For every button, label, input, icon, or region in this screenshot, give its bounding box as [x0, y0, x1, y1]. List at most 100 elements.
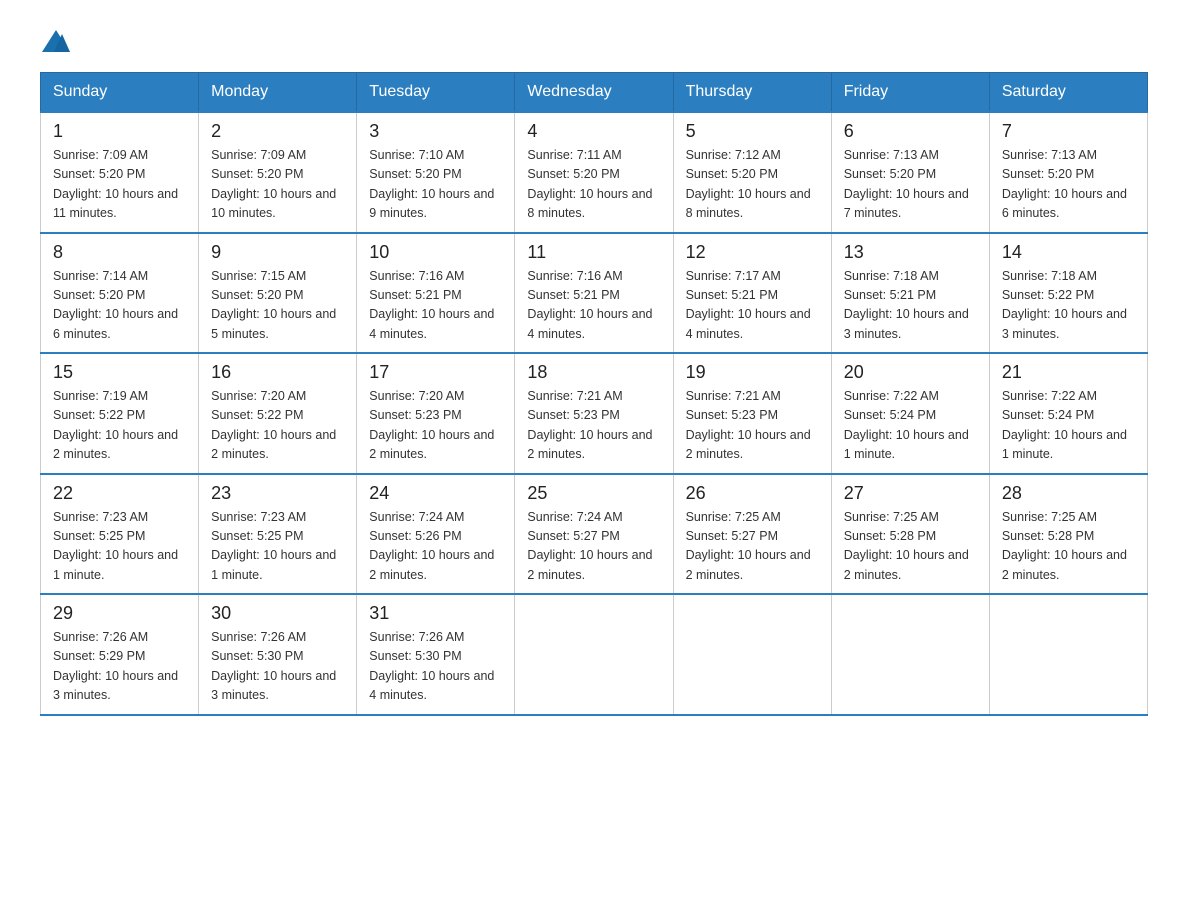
- weekday-header-thursday: Thursday: [673, 73, 831, 113]
- day-number: 6: [844, 121, 977, 142]
- weekday-header-wednesday: Wednesday: [515, 73, 673, 113]
- day-info: Sunrise: 7:26 AMSunset: 5:30 PMDaylight:…: [369, 628, 502, 706]
- day-info: Sunrise: 7:20 AMSunset: 5:22 PMDaylight:…: [211, 387, 344, 465]
- calendar-cell: 5 Sunrise: 7:12 AMSunset: 5:20 PMDaylight…: [673, 112, 831, 233]
- day-info: Sunrise: 7:23 AMSunset: 5:25 PMDaylight:…: [53, 508, 186, 586]
- calendar-cell: 9 Sunrise: 7:15 AMSunset: 5:20 PMDaylight…: [199, 233, 357, 354]
- calendar-cell: 22 Sunrise: 7:23 AMSunset: 5:25 PMDayligh…: [41, 474, 199, 595]
- calendar-cell: 25 Sunrise: 7:24 AMSunset: 5:27 PMDayligh…: [515, 474, 673, 595]
- day-number: 26: [686, 483, 819, 504]
- day-number: 9: [211, 242, 344, 263]
- day-number: 28: [1002, 483, 1135, 504]
- calendar-cell: 15Sunrise: 7:19 AMSunset: 5:22 PMDayligh…: [41, 353, 199, 474]
- day-number: 11: [527, 242, 660, 263]
- calendar-header-row: SundayMondayTuesdayWednesdayThursdayFrid…: [41, 73, 1148, 113]
- day-number: 24: [369, 483, 502, 504]
- calendar-cell: 2 Sunrise: 7:09 AMSunset: 5:20 PMDaylight…: [199, 112, 357, 233]
- calendar-cell: 28 Sunrise: 7:25 AMSunset: 5:28 PMDayligh…: [989, 474, 1147, 595]
- day-number: 12: [686, 242, 819, 263]
- weekday-header-tuesday: Tuesday: [357, 73, 515, 113]
- calendar-cell: 4 Sunrise: 7:11 AMSunset: 5:20 PMDaylight…: [515, 112, 673, 233]
- calendar-cell: 26 Sunrise: 7:25 AMSunset: 5:27 PMDayligh…: [673, 474, 831, 595]
- day-info: Sunrise: 7:26 AMSunset: 5:29 PMDaylight:…: [53, 628, 186, 706]
- day-info: Sunrise: 7:21 AMSunset: 5:23 PMDaylight:…: [686, 387, 819, 465]
- calendar-cell: 19 Sunrise: 7:21 AMSunset: 5:23 PMDayligh…: [673, 353, 831, 474]
- calendar-cell: 17 Sunrise: 7:20 AMSunset: 5:23 PMDayligh…: [357, 353, 515, 474]
- day-info: Sunrise: 7:20 AMSunset: 5:23 PMDaylight:…: [369, 387, 502, 465]
- calendar-cell: 24 Sunrise: 7:24 AMSunset: 5:26 PMDayligh…: [357, 474, 515, 595]
- day-info: Sunrise: 7:22 AMSunset: 5:24 PMDaylight:…: [1002, 387, 1135, 465]
- calendar-cell: 20Sunrise: 7:22 AMSunset: 5:24 PMDayligh…: [831, 353, 989, 474]
- day-number: 15: [53, 362, 186, 383]
- weekday-header-monday: Monday: [199, 73, 357, 113]
- day-number: 31: [369, 603, 502, 624]
- day-number: 27: [844, 483, 977, 504]
- calendar-week-row: 29 Sunrise: 7:26 AMSunset: 5:29 PMDayligh…: [41, 594, 1148, 715]
- day-number: 13: [844, 242, 977, 263]
- weekday-header-saturday: Saturday: [989, 73, 1147, 113]
- day-number: 19: [686, 362, 819, 383]
- day-number: 7: [1002, 121, 1135, 142]
- calendar-cell: 29 Sunrise: 7:26 AMSunset: 5:29 PMDayligh…: [41, 594, 199, 715]
- day-info: Sunrise: 7:24 AMSunset: 5:26 PMDaylight:…: [369, 508, 502, 586]
- day-info: Sunrise: 7:09 AMSunset: 5:20 PMDaylight:…: [53, 146, 186, 224]
- calendar-cell: 13 Sunrise: 7:18 AMSunset: 5:21 PMDayligh…: [831, 233, 989, 354]
- calendar-week-row: 22 Sunrise: 7:23 AMSunset: 5:25 PMDayligh…: [41, 474, 1148, 595]
- day-info: Sunrise: 7:11 AMSunset: 5:20 PMDaylight:…: [527, 146, 660, 224]
- calendar-cell: [989, 594, 1147, 715]
- day-info: Sunrise: 7:16 AMSunset: 5:21 PMDaylight:…: [369, 267, 502, 345]
- day-number: 2: [211, 121, 344, 142]
- weekday-header-friday: Friday: [831, 73, 989, 113]
- calendar-week-row: 1 Sunrise: 7:09 AMSunset: 5:20 PMDaylight…: [41, 112, 1148, 233]
- day-number: 21: [1002, 362, 1135, 383]
- calendar-cell: 27 Sunrise: 7:25 AMSunset: 5:28 PMDayligh…: [831, 474, 989, 595]
- day-number: 22: [53, 483, 186, 504]
- day-info: Sunrise: 7:25 AMSunset: 5:27 PMDaylight:…: [686, 508, 819, 586]
- day-info: Sunrise: 7:25 AMSunset: 5:28 PMDaylight:…: [1002, 508, 1135, 586]
- day-info: Sunrise: 7:09 AMSunset: 5:20 PMDaylight:…: [211, 146, 344, 224]
- day-info: Sunrise: 7:13 AMSunset: 5:20 PMDaylight:…: [1002, 146, 1135, 224]
- day-info: Sunrise: 7:26 AMSunset: 5:30 PMDaylight:…: [211, 628, 344, 706]
- day-number: 25: [527, 483, 660, 504]
- page-header: [40, 30, 1148, 52]
- calendar-cell: 21 Sunrise: 7:22 AMSunset: 5:24 PMDayligh…: [989, 353, 1147, 474]
- calendar-week-row: 8Sunrise: 7:14 AMSunset: 5:20 PMDaylight…: [41, 233, 1148, 354]
- day-info: Sunrise: 7:23 AMSunset: 5:25 PMDaylight:…: [211, 508, 344, 586]
- day-info: Sunrise: 7:14 AMSunset: 5:20 PMDaylight:…: [53, 267, 186, 345]
- calendar-cell: [515, 594, 673, 715]
- day-info: Sunrise: 7:13 AMSunset: 5:20 PMDaylight:…: [844, 146, 977, 224]
- day-info: Sunrise: 7:25 AMSunset: 5:28 PMDaylight:…: [844, 508, 977, 586]
- day-number: 5: [686, 121, 819, 142]
- day-number: 17: [369, 362, 502, 383]
- day-info: Sunrise: 7:18 AMSunset: 5:21 PMDaylight:…: [844, 267, 977, 345]
- day-info: Sunrise: 7:17 AMSunset: 5:21 PMDaylight:…: [686, 267, 819, 345]
- day-info: Sunrise: 7:12 AMSunset: 5:20 PMDaylight:…: [686, 146, 819, 224]
- day-info: Sunrise: 7:21 AMSunset: 5:23 PMDaylight:…: [527, 387, 660, 465]
- calendar-cell: 23Sunrise: 7:23 AMSunset: 5:25 PMDayligh…: [199, 474, 357, 595]
- calendar-cell: 16 Sunrise: 7:20 AMSunset: 5:22 PMDayligh…: [199, 353, 357, 474]
- day-info: Sunrise: 7:10 AMSunset: 5:20 PMDaylight:…: [369, 146, 502, 224]
- calendar-cell: 14Sunrise: 7:18 AMSunset: 5:22 PMDayligh…: [989, 233, 1147, 354]
- logo-icon: [42, 30, 70, 52]
- calendar-cell: [831, 594, 989, 715]
- day-info: Sunrise: 7:15 AMSunset: 5:20 PMDaylight:…: [211, 267, 344, 345]
- day-info: Sunrise: 7:24 AMSunset: 5:27 PMDaylight:…: [527, 508, 660, 586]
- day-number: 16: [211, 362, 344, 383]
- day-number: 14: [1002, 242, 1135, 263]
- day-number: 30: [211, 603, 344, 624]
- calendar-cell: 7 Sunrise: 7:13 AMSunset: 5:20 PMDaylight…: [989, 112, 1147, 233]
- calendar-cell: 31 Sunrise: 7:26 AMSunset: 5:30 PMDayligh…: [357, 594, 515, 715]
- calendar-table: SundayMondayTuesdayWednesdayThursdayFrid…: [40, 72, 1148, 716]
- calendar-week-row: 15Sunrise: 7:19 AMSunset: 5:22 PMDayligh…: [41, 353, 1148, 474]
- calendar-cell: 10 Sunrise: 7:16 AMSunset: 5:21 PMDayligh…: [357, 233, 515, 354]
- day-number: 20: [844, 362, 977, 383]
- weekday-header-sunday: Sunday: [41, 73, 199, 113]
- calendar-cell: 6 Sunrise: 7:13 AMSunset: 5:20 PMDaylight…: [831, 112, 989, 233]
- calendar-cell: [673, 594, 831, 715]
- day-number: 29: [53, 603, 186, 624]
- day-number: 10: [369, 242, 502, 263]
- calendar-cell: 30 Sunrise: 7:26 AMSunset: 5:30 PMDayligh…: [199, 594, 357, 715]
- day-number: 4: [527, 121, 660, 142]
- day-number: 1: [53, 121, 186, 142]
- day-info: Sunrise: 7:16 AMSunset: 5:21 PMDaylight:…: [527, 267, 660, 345]
